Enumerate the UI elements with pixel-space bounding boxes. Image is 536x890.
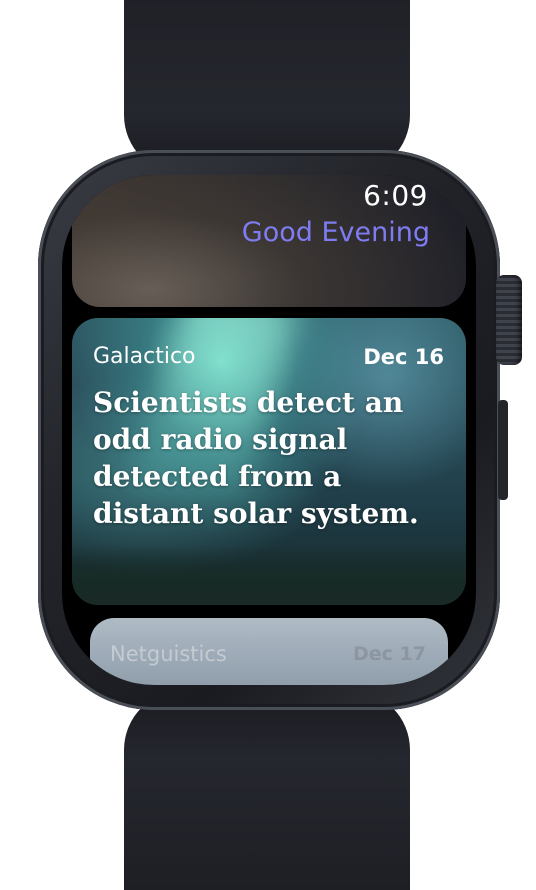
next-article-date: Dec 17	[353, 643, 426, 665]
card-ground-shade	[72, 545, 466, 605]
greeting-text: Good Evening	[241, 217, 430, 248]
watch-screen: 6:09 Good Evening Galactico Dec 16 Scien…	[62, 175, 476, 685]
watch-band-top	[124, 0, 410, 175]
article-date: Dec 16	[363, 345, 444, 369]
time-display: 6:09	[363, 179, 428, 212]
article-source: Galactico	[93, 344, 196, 369]
watch-band-bottom	[124, 690, 410, 890]
next-article-source: Netguistics	[110, 642, 227, 666]
article-card[interactable]: Galactico Dec 16 Scientists detect an od…	[72, 318, 466, 605]
next-article-card[interactable]: Netguistics Dec 17	[90, 618, 448, 685]
article-headline: Scientists detect an odd radio signal de…	[93, 386, 419, 530]
header-card: 6:09 Good Evening	[72, 175, 466, 307]
digital-crown[interactable]	[496, 275, 522, 365]
side-button[interactable]	[498, 400, 508, 500]
